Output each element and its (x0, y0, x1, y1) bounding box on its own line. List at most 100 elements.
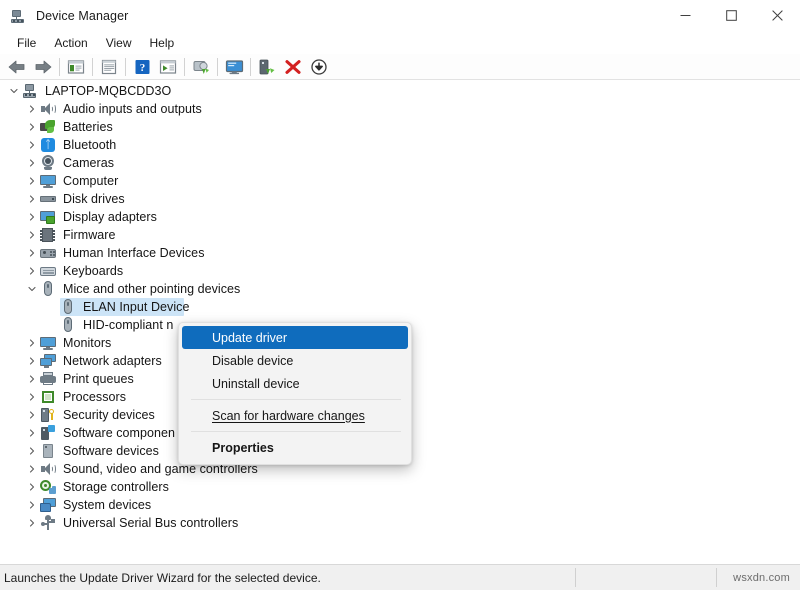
title-bar: Device Manager (0, 0, 800, 31)
minimize-icon[interactable] (662, 0, 708, 31)
scan-hardware-changes-icon[interactable] (221, 55, 247, 79)
tree-item-elan-input-device[interactable]: ELAN Input Device (0, 298, 800, 316)
device-manager-icon (11, 8, 27, 24)
tree-item-label: Computer (63, 174, 118, 188)
chevron-down-icon[interactable] (24, 280, 40, 298)
bluetooth-icon: ᛏ (40, 137, 56, 153)
chevron-right-icon[interactable] (24, 100, 40, 118)
device-manager-window: Device Manager File Action View Help (0, 0, 800, 590)
keyboard-icon (40, 263, 56, 279)
tree-item-bluetooth[interactable]: ᛏ Bluetooth (0, 136, 800, 154)
tree-item-label: Batteries (63, 120, 113, 134)
device-tree[interactable]: LAPTOP-MQBCDD3O Audio inputs and outputs (0, 82, 800, 560)
chevron-right-icon[interactable] (24, 172, 40, 190)
context-menu-item-label: Scan for hardware changes (212, 409, 365, 423)
menu-action[interactable]: Action (45, 34, 96, 52)
chevron-right-icon[interactable] (24, 442, 40, 460)
network-adapter-icon (40, 353, 56, 369)
tree-item-cameras[interactable]: Cameras (0, 154, 800, 172)
chevron-right-icon[interactable] (24, 118, 40, 136)
chevron-right-icon[interactable] (24, 514, 40, 532)
context-menu-item-disable-device[interactable]: Disable device (179, 349, 411, 372)
update-driver-icon[interactable] (188, 55, 214, 79)
tree-item-label: Network adapters (63, 354, 162, 368)
enable-device-icon[interactable] (254, 55, 280, 79)
tree-item-label: Cameras (63, 156, 114, 170)
chevron-right-icon[interactable] (24, 460, 40, 478)
chevron-right-icon[interactable] (24, 154, 40, 172)
tree-item-storage-controllers[interactable]: Storage controllers (0, 478, 800, 496)
context-menu[interactable]: Update driver Disable device Uninstall d… (178, 322, 412, 465)
menu-file[interactable]: File (8, 34, 45, 52)
chevron-right-icon[interactable] (24, 496, 40, 514)
tree-item-display-adapters[interactable]: Display adapters (0, 208, 800, 226)
back-arrow-icon[interactable] (4, 55, 30, 79)
chevron-right-icon[interactable] (24, 190, 40, 208)
tree-item-batteries[interactable]: Batteries (0, 118, 800, 136)
tree-item-label: Disk drives (63, 192, 125, 206)
context-menu-item-properties[interactable]: Properties (179, 436, 411, 459)
chevron-right-icon[interactable] (24, 370, 40, 388)
tree-item-system-devices[interactable]: System devices (0, 496, 800, 514)
properties-icon[interactable] (96, 55, 122, 79)
context-menu-item-uninstall-device[interactable]: Uninstall device (179, 372, 411, 395)
tree-item-computer[interactable]: Computer (0, 172, 800, 190)
chevron-right-icon[interactable] (24, 334, 40, 352)
toolbar-separator (59, 58, 60, 76)
tree-item-label: Software devices (63, 444, 159, 458)
chevron-down-icon[interactable] (6, 82, 22, 100)
chevron-right-icon[interactable] (24, 226, 40, 244)
chevron-right-icon[interactable] (24, 424, 40, 442)
usb-controller-icon (40, 515, 56, 531)
tree-item-label: Mice and other pointing devices (63, 282, 240, 296)
disable-device-icon[interactable] (306, 55, 332, 79)
chevron-right-icon[interactable] (24, 478, 40, 496)
menu-view[interactable]: View (97, 34, 141, 52)
forward-arrow-icon[interactable] (30, 55, 56, 79)
status-text: Launches the Update Driver Wizard for th… (0, 571, 321, 585)
chevron-right-icon[interactable] (24, 406, 40, 424)
close-icon[interactable] (754, 0, 800, 31)
tree-item-label: Print queues (63, 372, 134, 386)
show-hide-console-tree-icon[interactable] (63, 55, 89, 79)
menu-bar: File Action View Help (0, 31, 800, 54)
view-details-icon[interactable] (155, 55, 181, 79)
tree-item-mice-and-other-pointing-devices[interactable]: Mice and other pointing devices (0, 280, 800, 298)
speaker-icon (40, 101, 56, 117)
tree-item-label: Bluetooth (63, 138, 116, 152)
chevron-right-icon[interactable] (24, 352, 40, 370)
chevron-right-icon[interactable] (24, 388, 40, 406)
tree-item-label: Processors (63, 390, 126, 404)
tree-item-label: ELAN Input Device (83, 300, 189, 314)
svg-text:?: ? (139, 62, 145, 74)
tree-item-audio-inputs-and-outputs[interactable]: Audio inputs and outputs (0, 100, 800, 118)
software-device-icon (40, 443, 56, 459)
tree-item-human-interface-devices[interactable]: Human Interface Devices (0, 244, 800, 262)
storage-controller-icon (40, 479, 56, 495)
tree-item-disk-drives[interactable]: Disk drives (0, 190, 800, 208)
toolbar-separator (92, 58, 93, 76)
tree-item-firmware[interactable]: Firmware (0, 226, 800, 244)
status-bar: Launches the Update Driver Wizard for th… (0, 564, 800, 590)
uninstall-device-icon[interactable] (280, 55, 306, 79)
chevron-right-icon[interactable] (24, 208, 40, 226)
context-menu-item-update-driver[interactable]: Update driver (182, 326, 408, 349)
tree-root-node[interactable]: LAPTOP-MQBCDD3O (0, 82, 800, 100)
tree-item-label: Human Interface Devices (63, 246, 205, 260)
help-icon[interactable]: ? (129, 55, 155, 79)
toolbar-separator (250, 58, 251, 76)
chevron-right-icon[interactable] (24, 244, 40, 262)
tree-item-label: Universal Serial Bus controllers (63, 516, 238, 530)
tree-item-label: Security devices (63, 408, 155, 422)
tree-item-universal-serial-bus-controllers[interactable]: Universal Serial Bus controllers (0, 514, 800, 532)
chevron-right-icon[interactable] (24, 136, 40, 154)
tree-item-label: Monitors (63, 336, 111, 350)
tree-item-keyboards[interactable]: Keyboards (0, 262, 800, 280)
context-menu-item-scan-for-hardware-changes[interactable]: Scan for hardware changes (179, 404, 411, 427)
tree-item-label: Keyboards (63, 264, 123, 278)
maximize-icon[interactable] (708, 0, 754, 31)
tree-item-label: Audio inputs and outputs (63, 102, 202, 116)
chevron-right-icon[interactable] (24, 262, 40, 280)
menu-help[interactable]: Help (141, 34, 184, 52)
toolbar-separator (217, 58, 218, 76)
